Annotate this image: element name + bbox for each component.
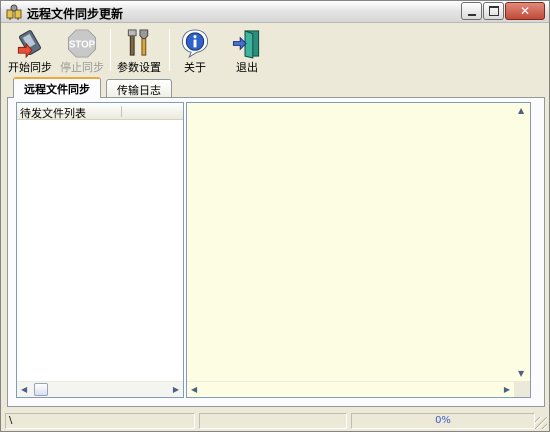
stop-icon-text: STOP [69,39,96,50]
main-window: 远程文件同步更新 ✕ 开始同步 STOP 停止同步 参数设置 关于 退出 远程文… [0,0,550,432]
scroll-right-icon[interactable]: ▶ [173,385,179,394]
scrollbar-corner [514,381,530,397]
scroll-down-icon[interactable]: ▼ [518,369,524,378]
start-sync-label: 开始同步 [8,61,52,74]
close-button[interactable]: ✕ [505,2,545,20]
settings-button[interactable]: 参数设置 [113,25,165,75]
status-panel-info [199,413,347,429]
info-icon [181,29,209,59]
scroll-up-icon[interactable]: ▲ [518,106,524,115]
pending-file-list[interactable]: 待发文件列表 ◀ ▶ [16,102,184,398]
sync-start-icon [17,30,41,59]
output-vertical-scrollbar[interactable]: ▲ ▼ [514,103,530,381]
status-bar: \ 0% [1,411,549,431]
stop-sync-button[interactable]: STOP 停止同步 [57,25,107,75]
output-horizontal-scrollbar[interactable]: ◀ ▶ [187,381,514,397]
toolbar-separator [110,29,111,71]
scroll-left-icon[interactable]: ◀ [191,385,197,394]
exit-door-icon [232,30,260,59]
settings-tools-icon [127,29,149,56]
about-button[interactable]: 关于 [175,25,215,75]
scroll-left-icon[interactable]: ◀ [21,385,27,394]
scroll-right-icon[interactable]: ▶ [504,385,510,394]
scroll-thumb[interactable] [34,383,48,396]
close-icon: ✕ [519,4,531,18]
toolbar: 开始同步 STOP 停止同步 参数设置 关于 退出 [3,25,548,75]
status-progress: 0% [351,413,535,429]
start-sync-button[interactable]: 开始同步 [5,25,55,75]
sync-output-area[interactable]: ▲ ▼ ◀ ▶ [186,102,531,398]
maximize-button[interactable] [483,2,504,20]
title-bar[interactable]: 远程文件同步更新 ✕ [1,1,549,23]
minimize-button[interactable] [461,2,482,20]
stop-sync-label: 停止同步 [60,61,104,74]
file-list-column-header[interactable]: 待发文件列表 [17,103,183,120]
file-list-horizontal-scrollbar[interactable]: ◀ ▶ [17,381,183,397]
window-title: 远程文件同步更新 [27,7,124,21]
about-label: 关于 [184,61,206,74]
toolbar-separator [169,29,170,71]
exit-label: 退出 [236,61,258,74]
tab-transfer-log[interactable]: 传输日志 [106,79,172,98]
exit-button[interactable]: 退出 [227,25,267,75]
tab-remote-sync[interactable]: 远程文件同步 [13,77,101,98]
tab-strip: 远程文件同步 传输日志 [7,77,547,99]
file-list-header-label: 待发文件列表 [20,107,86,120]
stop-sign-icon: STOP [67,29,97,58]
status-panel-path: \ [5,413,195,429]
settings-label: 参数设置 [117,61,161,74]
resize-grip-icon[interactable] [535,417,547,429]
app-icon [6,4,22,20]
